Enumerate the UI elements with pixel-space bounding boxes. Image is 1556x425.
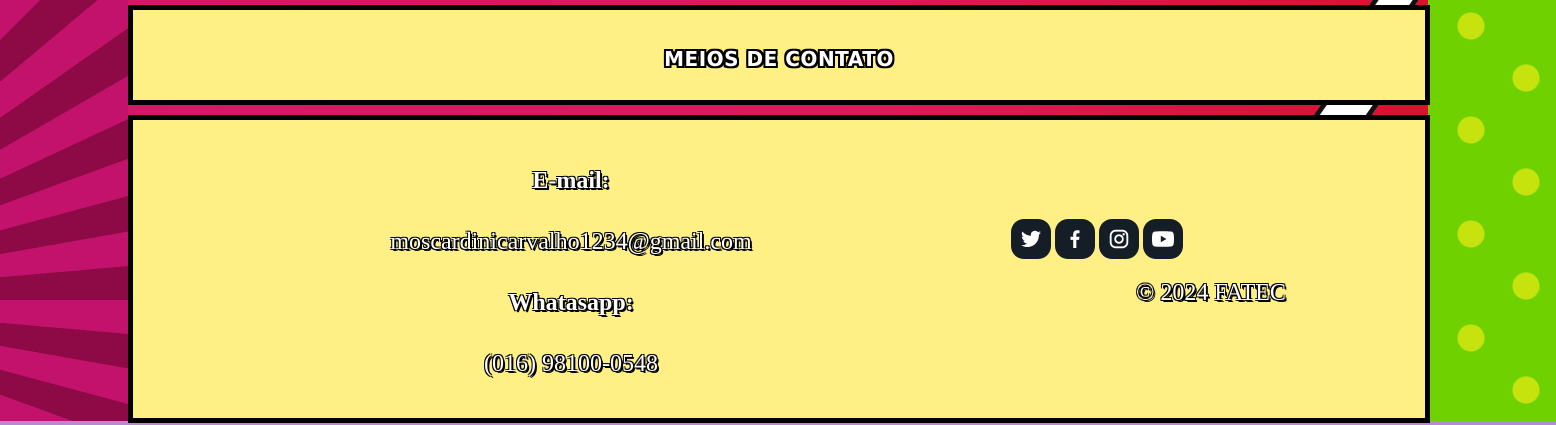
- social-links: [1011, 219, 1183, 259]
- email-value: moscardinicarvalho1234@gmail.com: [390, 229, 752, 255]
- email-label: E-mail:: [532, 168, 610, 194]
- youtube-button[interactable]: [1143, 219, 1183, 259]
- facebook-button[interactable]: [1055, 219, 1095, 259]
- contact-card: E-mail: moscardinicarvalho1234@gmail.com…: [128, 115, 1430, 423]
- youtube-icon: [1152, 231, 1174, 247]
- whatsapp-label: Whatasapp:: [508, 290, 634, 316]
- facebook-icon: [1070, 230, 1080, 248]
- twitter-icon: [1021, 230, 1041, 247]
- section-title: MEIOS DE CONTATO: [664, 47, 894, 71]
- section-title-card: MEIOS DE CONTATO: [128, 5, 1430, 105]
- instagram-button[interactable]: [1099, 219, 1139, 259]
- twitter-button[interactable]: [1011, 219, 1051, 259]
- copyright-text: © 2024 FATEC: [1136, 280, 1286, 306]
- whatsapp-value: (016) 98100-0548: [484, 351, 658, 377]
- background-polka-dots: [1428, 0, 1556, 425]
- instagram-icon: [1109, 229, 1129, 249]
